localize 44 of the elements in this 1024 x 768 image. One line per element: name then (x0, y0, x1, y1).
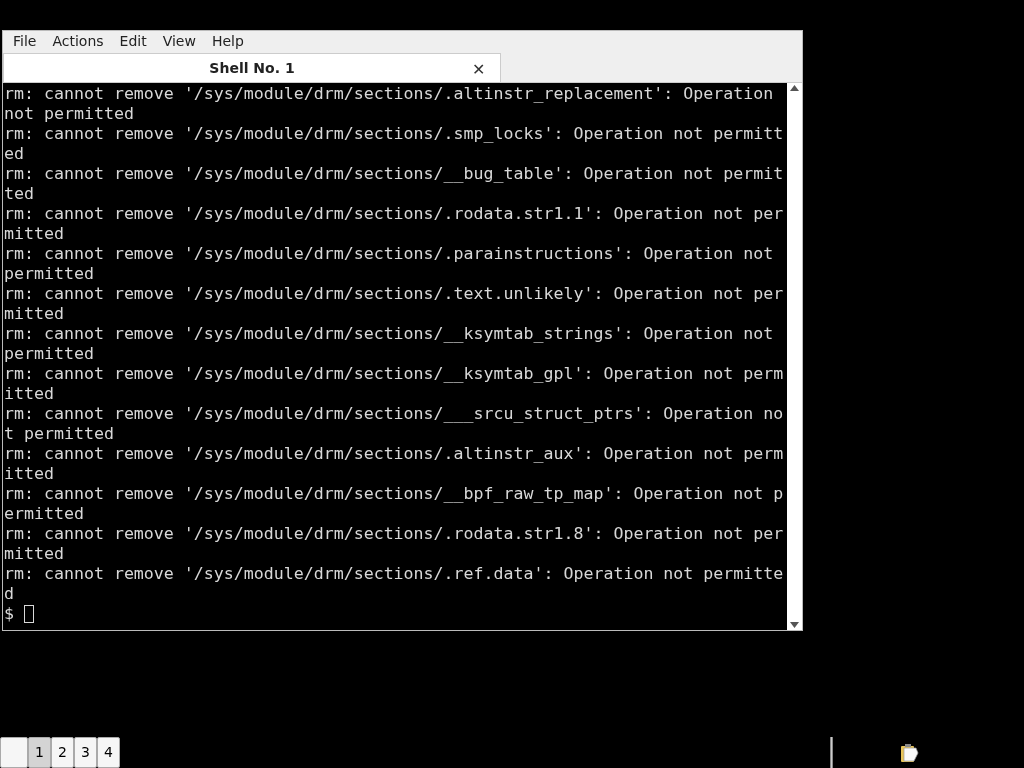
cursor (24, 605, 34, 623)
menu-item[interactable]: File (5, 31, 45, 52)
output-line: rm: cannot remove '/sys/module/drm/sections/___srcu_struct_ptrs': Operation no (4, 404, 784, 424)
output-line: permitted (4, 344, 94, 364)
desktop-button[interactable]: 3 (74, 737, 97, 768)
output-line: rm: cannot remove '/sys/module/drm/sections/.parainstructions': Operation not (4, 244, 774, 264)
desktop-button[interactable]: 2 (51, 737, 74, 768)
output-line: ted (4, 184, 34, 204)
scrollbar[interactable] (787, 83, 802, 630)
tab-title: Shell No. 1 (209, 58, 295, 78)
output-line: mitted (4, 224, 64, 244)
output-line: rm: cannot remove '/sys/module/drm/sections/.smp_locks': Operation not permitt (4, 124, 784, 144)
output-line: not permitted (4, 104, 134, 124)
output-line: permitted (4, 264, 94, 284)
output-line: rm: cannot remove '/sys/module/drm/sections/.altinstr_aux': Operation not perm (4, 444, 784, 464)
scroll-up-icon[interactable] (790, 85, 799, 91)
output-line: rm: cannot remove '/sys/module/drm/sections/.rodata.str1.8': Operation not per (4, 524, 784, 544)
output-line: rm: cannot remove '/sys/module/drm/sections/__bpf_raw_tp_map': Operation not p (4, 484, 784, 504)
output-line: itted (4, 384, 54, 404)
output-line: rm: cannot remove '/sys/module/drm/sections/.altinstr_replacement': Operation (4, 84, 774, 104)
output-line: d (4, 584, 14, 604)
menu-item[interactable]: View (154, 31, 204, 52)
output-line: t permitted (4, 424, 114, 444)
output-line: rm: cannot remove '/sys/module/drm/sections/__ksymtab_strings': Operation not (4, 324, 774, 344)
menu-item[interactable]: Help (203, 31, 252, 52)
output-line: mitted (4, 304, 64, 324)
output-line: itted (4, 464, 54, 484)
output-line: mitted (4, 544, 64, 564)
menu-item[interactable]: Actions (44, 31, 112, 52)
output-line: ed (4, 144, 24, 164)
output-line: rm: cannot remove '/sys/module/drm/sections/__ksymtab_gpl': Operation not perm (4, 364, 784, 384)
output-line: rm: cannot remove '/sys/module/drm/sections/.ref.data': Operation not permitte (4, 564, 784, 584)
output-line: rm: cannot remove '/sys/module/drm/sections/.text.unlikely': Operation not per (4, 284, 784, 304)
menu-item[interactable]: Edit (111, 31, 155, 52)
output-line: rm: cannot remove '/sys/module/drm/sections/.rodata.str1.1': Operation not per (4, 204, 784, 224)
shell-prompt: $ (4, 604, 14, 624)
scroll-down-icon[interactable] (790, 622, 799, 628)
tab[interactable]: Shell No. 1 ✕ (3, 53, 501, 82)
output-line: rm: cannot remove '/sys/module/drm/sections/__bug_table': Operation not permit (4, 164, 784, 184)
desktop-button[interactable]: 1 (28, 737, 51, 768)
desktop-button[interactable]: 4 (97, 737, 120, 768)
output-line: ermitted (4, 504, 84, 524)
close-icon[interactable]: ✕ (472, 58, 486, 82)
clipboard-icon[interactable] (899, 742, 919, 763)
